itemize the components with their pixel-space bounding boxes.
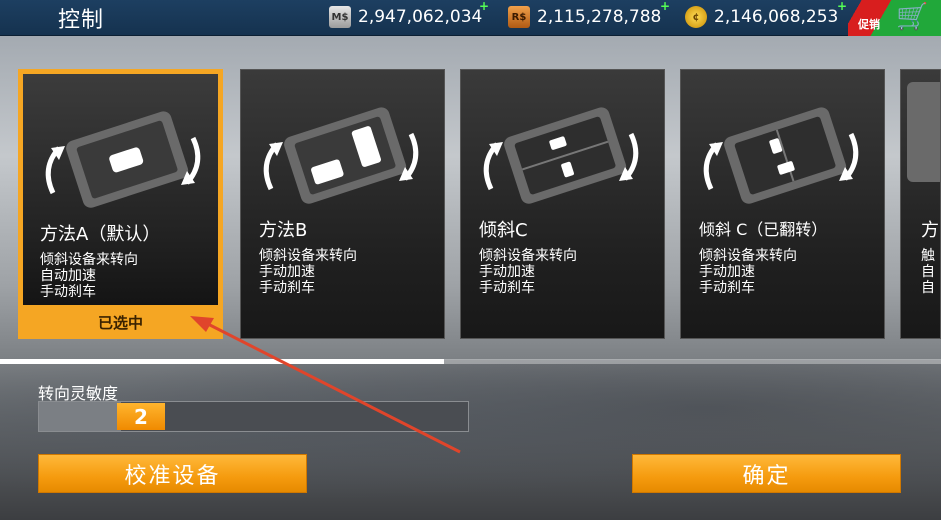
card-description: 倾斜设备来转向 手动加速 手动刹车: [479, 248, 577, 296]
currency-coin: ¢ 2,146,068,253 +: [685, 0, 847, 29]
desc-line: 手动刹车: [40, 284, 96, 300]
cart-icon: 🛒: [896, 2, 929, 32]
desc-line: 自动加速: [40, 268, 96, 284]
promo-button[interactable]: 促销 🛒: [848, 0, 941, 36]
desc-line: 自: [921, 280, 935, 296]
card-title: 倾斜 C（已翻转）: [699, 220, 828, 239]
rs-icon: R$: [508, 6, 530, 28]
card-description: 触 自 自: [921, 248, 935, 296]
desc-line: 倾斜设备来转向: [699, 248, 797, 264]
device-icon: [907, 82, 940, 182]
add-rs-button[interactable]: +: [660, 0, 670, 13]
coin-icon: ¢: [685, 6, 707, 28]
card-title: 方法A（默认）: [40, 224, 161, 245]
currency-rs-value: 2,115,278,788: [537, 7, 662, 27]
calibrate-button[interactable]: 校准设备: [38, 454, 307, 493]
currency-rs: R$ 2,115,278,788 +: [508, 0, 670, 29]
control-card-method-a[interactable]: 方法A（默认） 倾斜设备来转向 自动加速 手动刹车 已选中: [18, 69, 223, 339]
desc-line: 手动刹车: [259, 280, 315, 296]
desc-line: 手动加速: [259, 264, 315, 280]
tilt-device-flipped-icon: [703, 107, 859, 204]
tilt-device-pedals-icon: [263, 107, 419, 204]
control-card-method-b[interactable]: 方法B 倾斜设备来转向 手动加速 手动刹车: [240, 69, 445, 339]
add-ms-button[interactable]: +: [479, 0, 489, 13]
desc-line: 触: [921, 248, 935, 264]
ms-icon: M$: [329, 6, 351, 28]
desc-line: 手动刹车: [699, 280, 755, 296]
control-card-tilt-c-flipped[interactable]: 倾斜 C（已翻转） 倾斜设备来转向 手动加速 手动刹车: [680, 69, 885, 339]
sensitivity-slider[interactable]: 2: [38, 401, 469, 432]
add-coin-button[interactable]: +: [837, 0, 847, 13]
card-title: 方法B: [259, 220, 308, 241]
confirm-button[interactable]: 确定: [632, 454, 901, 493]
promo-label: 促销: [858, 18, 880, 31]
desc-line: 手动加速: [479, 264, 535, 280]
currency-ms: M$ 2,947,062,034 +: [329, 0, 489, 29]
card-title: 倾斜C: [479, 220, 528, 241]
desc-line: 倾斜设备来转向: [479, 248, 577, 264]
tilt-device-icon: [45, 111, 201, 208]
card-title: 方: [921, 220, 939, 241]
selected-badge: 已选中: [97, 314, 143, 332]
control-card-tilt-c[interactable]: 倾斜C 倾斜设备来转向 手动加速 手动刹车: [460, 69, 665, 339]
card-scrollbar[interactable]: [0, 359, 941, 364]
control-card-partial[interactable]: 方 触 自 自: [900, 69, 941, 339]
tilt-device-split-icon: [483, 107, 639, 204]
card-description: 倾斜设备来转向 手动加速 手动刹车: [699, 248, 797, 296]
slider-thumb[interactable]: 2: [117, 403, 165, 430]
card-description: 倾斜设备来转向 手动加速 手动刹车: [259, 248, 357, 296]
desc-line: 手动刹车: [479, 280, 535, 296]
desc-line: 自: [921, 264, 935, 280]
card-inner: 方法A（默认） 倾斜设备来转向 自动加速 手动刹车: [23, 74, 218, 305]
scrollbar-thumb[interactable]: [0, 359, 444, 364]
currency-coin-value: 2,146,068,253: [714, 7, 839, 27]
slider-fill: [39, 402, 121, 431]
desc-line: 手动加速: [699, 264, 755, 280]
desc-line: 倾斜设备来转向: [40, 252, 138, 268]
card-description: 倾斜设备来转向 自动加速 手动刹车: [40, 252, 138, 300]
desc-line: 倾斜设备来转向: [259, 248, 357, 264]
top-bar: 控制 M$ 2,947,062,034 + R$ 2,115,278,788 +…: [0, 0, 941, 36]
page-title: 控制: [58, 8, 105, 33]
currency-ms-value: 2,947,062,034: [358, 7, 483, 27]
background: [0, 360, 941, 520]
